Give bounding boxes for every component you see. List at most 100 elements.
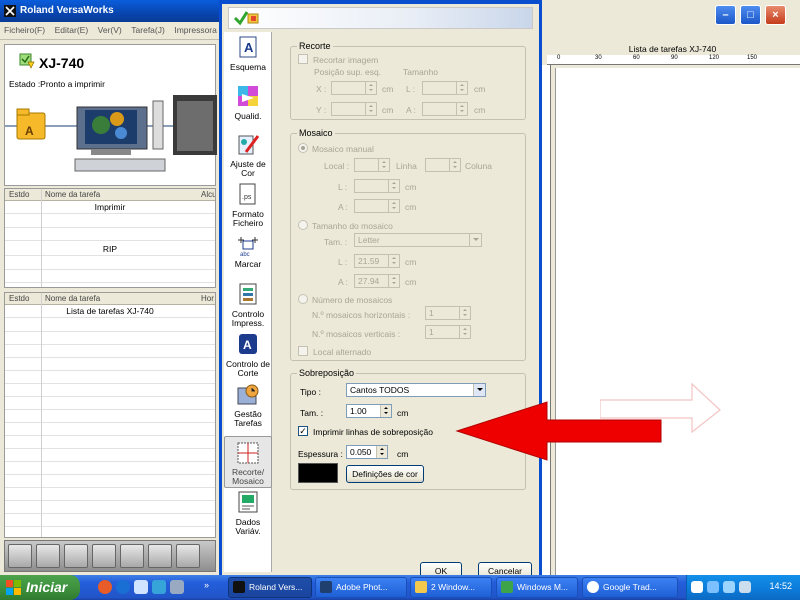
delete-job-button[interactable] [176,544,200,568]
color-settings-button[interactable]: Definições de cor [346,465,424,483]
volume-icon[interactable] [723,581,735,593]
settings-gear-button[interactable] [36,544,60,568]
nav-controlo-impressao[interactable]: Controlo Impress. [224,282,272,328]
menu-ficheiro[interactable]: Ficheiro(F) [0,22,48,35]
nav-dados-variaveis[interactable]: Dados Variáv. [224,490,272,536]
tile-height-input[interactable] [354,199,400,213]
queue-section-rip[interactable]: RIP [5,244,215,256]
job-library-table[interactable]: Estdo Nome da tarefa Hor Lista de tarefa… [4,292,216,538]
nav-recorte-mosaico[interactable]: Recorte/ Mosaico [224,436,272,488]
tile-width-input[interactable] [354,179,400,193]
menu-ver[interactable]: Ver(V) [94,22,125,35]
library-header: Estdo Nome da tarefa Hor [5,293,215,305]
skype-icon[interactable] [152,580,166,594]
tiles-vertical-input[interactable]: 1 [425,325,471,339]
spin-arrows-icon[interactable] [456,82,467,94]
job-queue-table[interactable]: Estdo Nome da tarefa Alcu Imprimir RIP [4,188,216,288]
library-col-extra[interactable]: Hor [201,294,214,303]
printer-panel[interactable]: XJ-740 Estado :Pronto a imprimir A [4,44,217,186]
chevron-icon[interactable]: » [204,580,214,594]
nav-esquema[interactable]: A Esquema [224,35,272,72]
tiles-horizontal-input[interactable]: 1 [425,306,471,320]
close-button[interactable]: × [765,5,786,25]
nav-ajuste-cor[interactable]: Ajuste de Cor [224,132,272,178]
tile-size-width-input[interactable]: 21.59 [354,254,400,268]
minimize-button[interactable]: – [715,5,736,25]
chevron-down-icon[interactable] [469,234,481,246]
spin-arrows-icon[interactable] [378,159,389,171]
task-photoshop[interactable]: Adobe Phot... [315,577,407,598]
tile-column-input[interactable] [425,158,461,172]
tile-row-input[interactable] [354,158,390,172]
manual-tile-radio[interactable] [298,143,308,153]
vertical-ruler[interactable] [541,65,551,575]
nav-controlo-corte[interactable]: A Controlo de Corte [224,332,272,378]
spin-arrows-icon[interactable] [376,446,387,458]
media-area[interactable] [555,68,800,575]
line-thickness-input[interactable]: 0.050 [346,445,388,459]
overlap-type-select[interactable]: Cantos TODOS [346,383,486,397]
spin-arrows-icon[interactable] [365,103,376,115]
task-google-translate[interactable]: Google Trad... [582,577,678,598]
spin-arrows-icon[interactable] [388,275,399,287]
menu-tarefa[interactable]: Tarefa(J) [127,22,168,35]
crop-width-input[interactable] [422,81,468,95]
tile-size-height-input[interactable]: 27.94 [354,274,400,288]
task-windows-explorer[interactable]: 2 Window... [410,577,492,598]
chevron-down-icon[interactable] [473,384,485,396]
add-job-button[interactable] [8,544,32,568]
library-title[interactable]: Lista de tarefas XJ-740 [5,306,215,318]
spin-arrows-icon[interactable] [388,200,399,212]
help-icon[interactable] [691,581,703,593]
tile-size-select[interactable]: Letter [354,233,482,247]
queue-col-extra[interactable]: Alcu [201,190,215,199]
tool-icon[interactable] [170,580,184,594]
spin-arrows-icon[interactable] [456,103,467,115]
spin-arrows-icon[interactable] [365,82,376,94]
library-col-status[interactable]: Estdo [9,294,29,303]
nav-formato-ficheiro[interactable]: .ps Formato Ficheiro [224,182,272,228]
network-icon[interactable] [707,581,719,593]
document-icon[interactable] [134,580,148,594]
browser-icon[interactable] [116,580,130,594]
spin-arrows-icon[interactable] [459,307,470,319]
copy-job-button[interactable] [92,544,116,568]
clock[interactable]: 14:52 [769,581,792,591]
maximize-button[interactable]: □ [740,5,761,25]
queue-col-name[interactable]: Nome da tarefa [45,190,100,199]
spin-arrows-icon[interactable] [449,159,460,171]
spin-arrows-icon[interactable] [459,326,470,338]
crop-x-input[interactable] [331,81,377,95]
duplicate-job-button[interactable] [120,544,144,568]
queue-section-print[interactable]: Imprimir [5,202,215,214]
tile-size-radio[interactable] [298,220,308,230]
checklist-button[interactable] [64,544,88,568]
nav-gestao-tarefas[interactable]: Gestão Tarefas [224,382,272,428]
spin-arrows-icon[interactable] [388,180,399,192]
crop-image-checkbox[interactable] [298,54,308,64]
queue-col-status[interactable]: Estdo [9,190,29,199]
menu-editar[interactable]: Editar(E) [51,22,92,35]
task-windows-media[interactable]: Windows M... [496,577,578,598]
tile-count-radio[interactable] [298,294,308,304]
print-job-button[interactable] [148,544,172,568]
library-col-name[interactable]: Nome da tarefa [45,294,100,303]
print-overlap-lines-checkbox[interactable]: ✓ [298,426,308,436]
task-roland[interactable]: Roland Vers... [228,577,312,598]
spin-arrows-icon[interactable] [388,255,399,267]
security-icon[interactable] [739,581,751,593]
roland-logo-icon [4,5,16,17]
alternate-position-checkbox[interactable] [298,346,308,356]
line-color-swatch[interactable] [298,463,338,483]
spin-arrows-icon[interactable] [380,405,391,417]
nav-qualidade[interactable]: Qualid. [224,84,272,121]
horizontal-ruler[interactable]: 0 30 60 90 120 150 [547,55,800,65]
menu-impressora[interactable]: Impressora [170,22,220,35]
nav-marcar[interactable]: abc Marcar [224,232,272,269]
firefox-icon[interactable] [98,580,112,594]
crop-height-input[interactable] [422,102,468,116]
dialog-titlebar[interactable] [222,0,539,4]
overlap-size-input[interactable]: 1.00 [346,404,392,418]
versaworks-title[interactable]: Roland VersaWorks [0,0,220,22]
crop-y-input[interactable] [331,102,377,116]
